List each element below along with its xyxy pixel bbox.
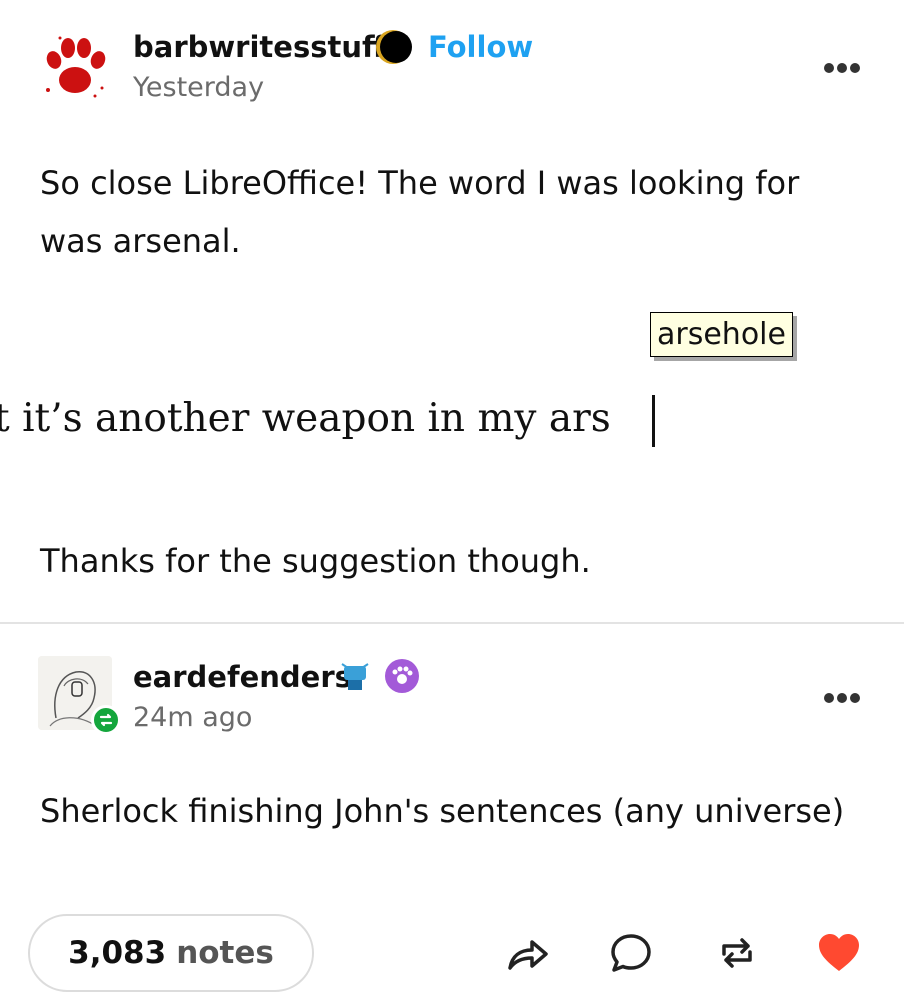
post-text-closing: Thanks for the suggestion though.	[40, 542, 591, 580]
more-options-icon[interactable]	[824, 58, 864, 73]
username[interactable]: barbwritesstuff	[133, 30, 385, 64]
more-options-icon[interactable]	[824, 688, 864, 703]
post-text: So close LibreOffice! The word I was loo…	[40, 164, 800, 260]
text-cursor	[652, 395, 655, 447]
reblogger-username[interactable]: eardefenders	[133, 660, 352, 694]
autocomplete-suggestion: arsehole	[650, 312, 793, 357]
notes-button[interactable]: 3,083 notes	[28, 914, 314, 992]
reblog-text: Sherlock finishing John's sentences (any…	[40, 792, 845, 830]
follow-button[interactable]: Follow	[428, 30, 533, 64]
reblog-badge-icon	[91, 705, 121, 735]
paw-print-avatar-icon[interactable]	[40, 30, 110, 102]
reply-icon[interactable]	[608, 930, 654, 976]
reblog-timestamp[interactable]: 24m ago	[133, 702, 252, 733]
post-barbwritesstuff: barbwritesstuff Follow Yesterday So clos…	[0, 0, 904, 622]
embedded-screenshot: arsehole t it’s another weapon in my ars	[0, 300, 904, 460]
post-timestamp[interactable]: Yesterday	[133, 72, 264, 103]
notes-label: notes	[176, 935, 274, 971]
user-badges-icon	[341, 659, 419, 693]
share-icon[interactable]	[504, 930, 550, 976]
document-text-line: t it’s another weapon in my ars	[0, 396, 611, 441]
reblog-icon[interactable]	[714, 930, 760, 976]
like-heart-icon[interactable]	[816, 930, 862, 976]
notes-count: 3,083	[68, 935, 167, 971]
eclipse-badge-icon	[376, 30, 412, 64]
post-divider	[0, 622, 904, 624]
